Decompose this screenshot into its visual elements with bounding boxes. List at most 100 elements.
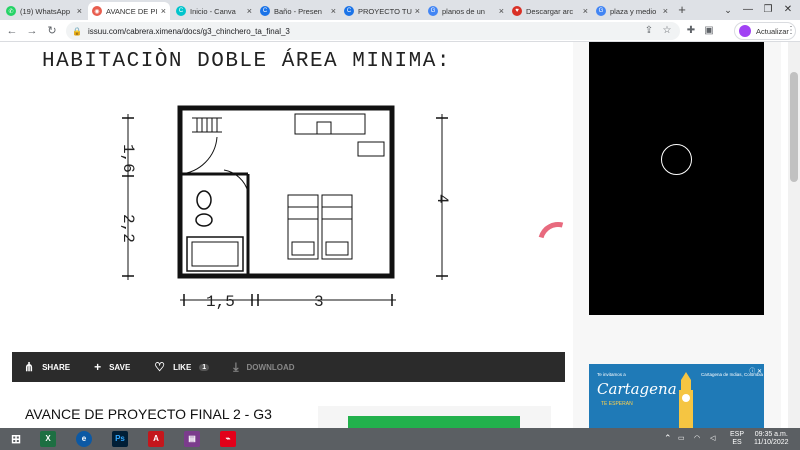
document-page: HABITACIÒN DOBLE ÁREA MINIMA: 1,6 2,2 4 … [12,42,565,352]
browser-tab-bar: ✆ (19) WhatsApp × ◉ AVANCE DE PI × C Ini… [0,0,800,20]
address-bar[interactable]: 🔒 issuu.com/cabrera.ximena/docs/g3_chinc… [66,22,680,40]
dimension-label: 2,2 [119,214,137,243]
reload-icon[interactable]: ↻ [44,23,60,39]
tab-label: Baño - Presen [274,6,322,16]
close-icon[interactable]: × [331,6,336,16]
like-label: LIKE [173,362,192,372]
document-title: AVANCE DE PROYECTO FINAL 2 - G3 [25,406,272,422]
share-button[interactable]: ⋔ SHARE [24,360,70,374]
dimension-label: 4 [433,194,451,204]
floor-plan-drawing: 1,6 2,2 4 1,5 3 [119,105,451,311]
page-scrollbar[interactable] [788,42,800,428]
bookmark-star-icon[interactable]: ☆ [660,24,674,38]
close-icon[interactable]: × [247,6,252,16]
clock[interactable]: 09:35 a.m. 11/10/2022 [754,431,789,447]
canva-icon: C [176,6,186,16]
ad-subtext: TE ESPERAN [601,401,633,407]
tab-label: PROYECTO TU [358,6,412,16]
tab-bano[interactable]: C Baño - Presen × [256,2,340,20]
tab-whatsapp[interactable]: ✆ (19) WhatsApp × [2,2,86,20]
canva-icon: C [344,6,354,16]
close-window-icon[interactable]: ✕ [776,0,800,20]
close-icon[interactable]: × [663,6,668,16]
close-icon[interactable]: × [161,6,166,16]
ad-banner-bottom[interactable] [318,406,551,428]
google-icon: G [428,6,438,16]
page-content: HABITACIÒN DOBLE ÁREA MINIMA: 1,6 2,2 4 … [0,42,800,428]
close-icon[interactable]: × [499,6,504,16]
save-button[interactable]: + SAVE [94,360,130,374]
acrobat-icon[interactable]: ⌁ [220,431,236,447]
clock-time: 09:35 a.m. [754,431,788,438]
tab-label: (19) WhatsApp [20,6,71,16]
save-label: SAVE [109,362,131,372]
download-icon: ⤓ [233,359,239,374]
heart-icon: ♥ [512,6,522,16]
wifi-icon[interactable]: ◠ [694,435,700,443]
plus-icon: + [94,360,102,374]
ad-brand: Cartagena [597,380,677,398]
document-action-bar: ⋔ SHARE + SAVE ♡ LIKE 1 ⤓ DOWNLOAD [12,352,565,382]
browser-toolbar: ← → ↻ 🔒 issuu.com/cabrera.ximena/docs/g3… [0,20,800,42]
tab-label: planos de un [442,6,485,16]
winrar-icon[interactable]: ▤ [184,431,200,447]
url-text: issuu.com/cabrera.ximena/docs/g3_chinche… [87,26,290,36]
forward-arrow-icon[interactable]: → [24,23,40,39]
like-count: 1 [199,363,210,371]
dimension-label: 1,6 [119,144,137,173]
download-button[interactable]: ⤓ DOWNLOAD [233,360,294,375]
ad-location: Cartagena de Indias, Colombia [701,372,764,377]
share-icon: ⋔ [24,360,35,374]
back-arrow-icon[interactable]: ← [4,23,20,39]
windows-taskbar: ⊞ X e Ps A ▤ ⌁ ⌃ ▭ ◠ ◁ ESP ES 09:35 a.m.… [0,428,800,450]
dimension-label: 3 [314,293,324,311]
close-icon[interactable]: × [583,6,588,16]
battery-icon[interactable]: ▭ [678,435,685,443]
tab-label: AVANCE DE PI [106,6,158,16]
tab-plaza[interactable]: G plaza y medio × [592,2,672,20]
volume-icon[interactable]: ◁ [710,435,715,443]
whatsapp-icon: ✆ [6,6,16,16]
tab-descargar[interactable]: ♥ Descargar arc × [508,2,592,20]
windows-start-icon[interactable]: ⊞ [8,431,24,447]
video-player[interactable] [589,42,764,315]
issuu-icon: ◉ [92,6,102,16]
ad-small-text: Te invitamos a [597,372,626,377]
scroll-thumb[interactable] [790,72,798,182]
avatar [739,25,751,37]
heart-icon: ♡ [154,360,166,374]
clock-date: 11/10/2022 [754,439,789,446]
excel-icon[interactable]: X [40,431,56,447]
close-icon[interactable]: × [415,6,420,16]
ad-card[interactable]: ⓘ ✕ Te invitamos a Cartagena de Indias, … [589,364,764,428]
canva-icon: C [260,6,270,16]
google-icon: G [596,6,606,16]
tab-avance[interactable]: ◉ AVANCE DE PI × [88,2,170,20]
photoshop-icon[interactable]: Ps [112,431,128,447]
dimension-label: 1,5 [206,293,235,311]
lock-icon: 🔒 [72,26,82,36]
tab-label: plaza y medio [610,6,657,16]
language-bottom: ES [732,439,742,446]
edge-icon[interactable]: e [76,431,92,447]
language-top: ESP [730,431,745,438]
share-icon[interactable]: ⇪ [642,24,656,38]
tab-label: Inicio - Canva [190,6,236,16]
loading-spinner-icon [661,144,692,175]
menu-icon[interactable]: ⋮ [784,24,798,38]
new-tab-button[interactable]: + [674,2,690,18]
language-indicator[interactable]: ESP ES [730,431,744,447]
close-icon[interactable]: × [77,6,82,16]
tab-planos[interactable]: G planos de un × [424,2,508,20]
tab-proyecto[interactable]: C PROYECTO TU × [340,2,424,20]
download-label: DOWNLOAD [246,362,295,372]
clock-tower-illustration [679,372,693,428]
ad-button[interactable] [348,416,520,428]
tab-canva[interactable]: C Inicio - Canva × [172,2,256,20]
like-button[interactable]: ♡ LIKE 1 [154,360,210,374]
share-label: SHARE [42,362,71,372]
chevron-up-icon[interactable]: ⌃ [664,434,672,443]
extensions-icon[interactable]: ✚ [684,24,698,38]
autocad-icon[interactable]: A [148,431,164,447]
sidepanel-icon[interactable]: ▣ [702,24,716,38]
